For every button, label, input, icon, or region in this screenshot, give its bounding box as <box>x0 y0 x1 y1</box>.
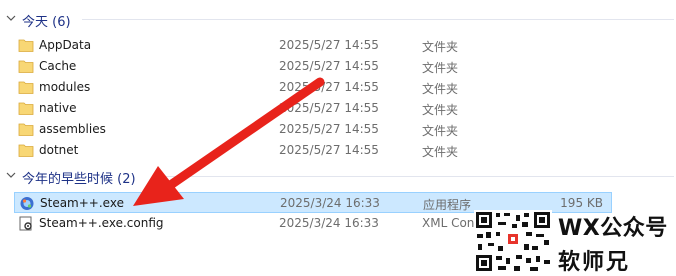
watermark-line1: WX公众号 <box>558 216 668 241</box>
group-header-earlier[interactable]: 今年的早些时候 (2) <box>0 166 676 187</box>
group-title: 今年的早些时候 (2) <box>22 172 136 187</box>
item-type: 文件夹 <box>422 145 459 159</box>
item-name: assemblies <box>39 122 106 136</box>
list-item[interactable]: dotnet 2025/5/27 14:55 文件夹 <box>14 140 612 161</box>
folder-icon <box>18 39 34 52</box>
group-divider <box>158 176 674 177</box>
item-name: modules <box>39 80 91 94</box>
item-name: Steam++.exe.config <box>39 216 164 230</box>
item-type: 文件夹 <box>422 124 459 138</box>
list-item[interactable]: native 2025/5/27 14:55 文件夹 <box>14 98 612 119</box>
item-type: XML Con <box>422 216 475 230</box>
chevron-down-icon <box>6 172 16 178</box>
watermark-line2: 软师兄 <box>558 250 631 275</box>
list-item[interactable]: modules 2025/5/27 14:55 文件夹 <box>14 77 612 98</box>
folder-icon <box>18 102 34 115</box>
watermark: WX公众号 软师兄 <box>474 208 676 275</box>
group-header-today[interactable]: 今天 (6) <box>0 9 676 30</box>
list-item[interactable]: Cache 2025/5/27 14:55 文件夹 <box>14 56 612 77</box>
qr-code-icon <box>474 210 552 273</box>
config-file-icon <box>19 216 32 231</box>
item-name: native <box>39 101 77 115</box>
chevron-down-icon <box>6 15 16 21</box>
group-divider <box>82 19 674 20</box>
folder-icon <box>18 81 34 94</box>
folder-icon <box>18 144 34 157</box>
folder-icon <box>18 123 34 136</box>
steam-app-icon <box>20 197 34 210</box>
folder-icon <box>18 60 34 73</box>
item-date: 2025/5/27 14:55 <box>279 80 379 94</box>
item-type: 文件夹 <box>422 61 459 75</box>
item-type: 文件夹 <box>422 82 459 96</box>
item-date: 2025/3/24 16:33 <box>279 216 379 230</box>
item-type: 文件夹 <box>422 40 459 54</box>
item-date: 2025/5/27 14:55 <box>279 59 379 73</box>
item-name: dotnet <box>39 143 79 157</box>
item-date: 2025/5/27 14:55 <box>279 101 379 115</box>
item-date: 2025/5/27 14:55 <box>279 143 379 157</box>
item-type: 应用程序 <box>423 198 472 212</box>
item-name: AppData <box>39 38 92 52</box>
item-name: Steam++.exe <box>40 196 124 210</box>
item-date: 2025/3/24 16:33 <box>280 196 380 210</box>
item-name: Cache <box>39 59 77 73</box>
item-date: 2025/5/27 14:55 <box>279 122 379 136</box>
list-item[interactable]: assemblies 2025/5/27 14:55 文件夹 <box>14 119 612 140</box>
group-title: 今天 (6) <box>22 15 71 30</box>
item-type: 文件夹 <box>422 103 459 117</box>
list-item[interactable]: AppData 2025/5/27 14:55 文件夹 <box>14 35 612 56</box>
item-date: 2025/5/27 14:55 <box>279 38 379 52</box>
